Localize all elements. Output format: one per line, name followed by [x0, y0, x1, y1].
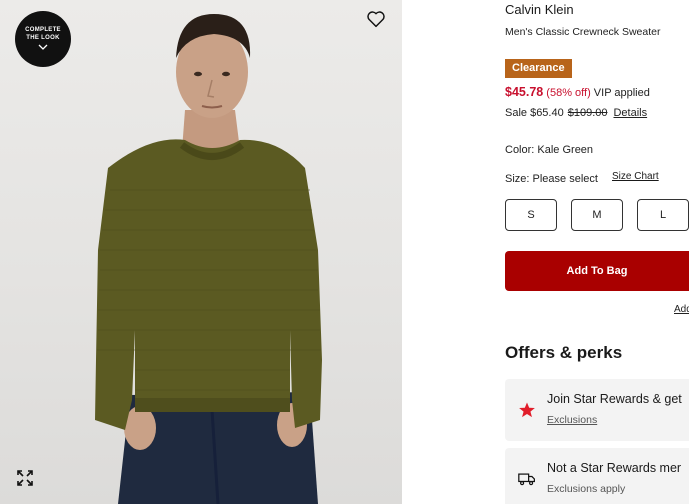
add-to-bag-button[interactable]: Add To Bag — [505, 251, 689, 291]
current-price: $45.78 — [505, 85, 544, 99]
star-icon — [517, 400, 537, 420]
original-price: $109.00 — [567, 107, 608, 119]
discount-percent: (58% off) — [546, 87, 591, 99]
complete-look-line2: THE LOOK — [26, 34, 60, 41]
complete-look-line1: COMPLETE — [25, 26, 61, 33]
complete-the-look-button[interactable]: COMPLETE THE LOOK — [15, 11, 71, 67]
size-button-m[interactable]: M — [571, 199, 623, 231]
perk-free-shipping[interactable]: Not a Star Rewards mer Exclusions apply — [505, 448, 689, 504]
add-to-list-link[interactable]: Add — [674, 304, 689, 315]
product-photo — [95, 14, 322, 504]
selected-color: Color: Kale Green — [505, 144, 594, 156]
vip-applied-text: VIP applied — [593, 87, 650, 99]
size-prompt: Size: Please select — [505, 173, 598, 185]
perk-exclusions-text: Exclusions apply — [547, 483, 626, 495]
price-details-link[interactable]: Details — [613, 107, 647, 119]
perk-exclusions-link[interactable]: Exclusions — [547, 414, 597, 426]
product-name: Men's Classic Crewneck Sweater — [505, 26, 661, 38]
chevron-down-icon — [38, 44, 48, 53]
product-info-panel: Calvin Klein Men's Classic Crewneck Swea… — [505, 0, 689, 504]
clearance-badge: Clearance — [505, 59, 572, 78]
sale-price: Sale $65.40 — [505, 107, 564, 119]
size-chart-link[interactable]: Size Chart — [612, 171, 659, 182]
perk-title: Join Star Rewards & get — [547, 392, 682, 406]
product-page: COMPLETE THE LOOK Calvin Klein Men's Cla… — [0, 0, 689, 504]
offers-heading: Offers & perks — [505, 343, 623, 362]
size-button-s[interactable]: S — [505, 199, 557, 231]
perk-title: Not a Star Rewards mer — [547, 461, 682, 475]
size-button-l[interactable]: L — [637, 199, 689, 231]
perk-star-rewards[interactable]: Join Star Rewards & get Exclusions — [505, 379, 689, 441]
price-row: $45.78 (58% off) VIP applied — [505, 85, 650, 99]
brand-name[interactable]: Calvin Klein — [505, 2, 574, 17]
expand-arrows-icon[interactable] — [14, 467, 36, 489]
sale-price-row: Sale $65.40 $109.00 Details — [505, 107, 647, 119]
heart-outline-icon[interactable] — [365, 8, 387, 30]
delivery-truck-icon — [517, 469, 537, 489]
product-image-pane[interactable]: COMPLETE THE LOOK — [0, 0, 402, 504]
